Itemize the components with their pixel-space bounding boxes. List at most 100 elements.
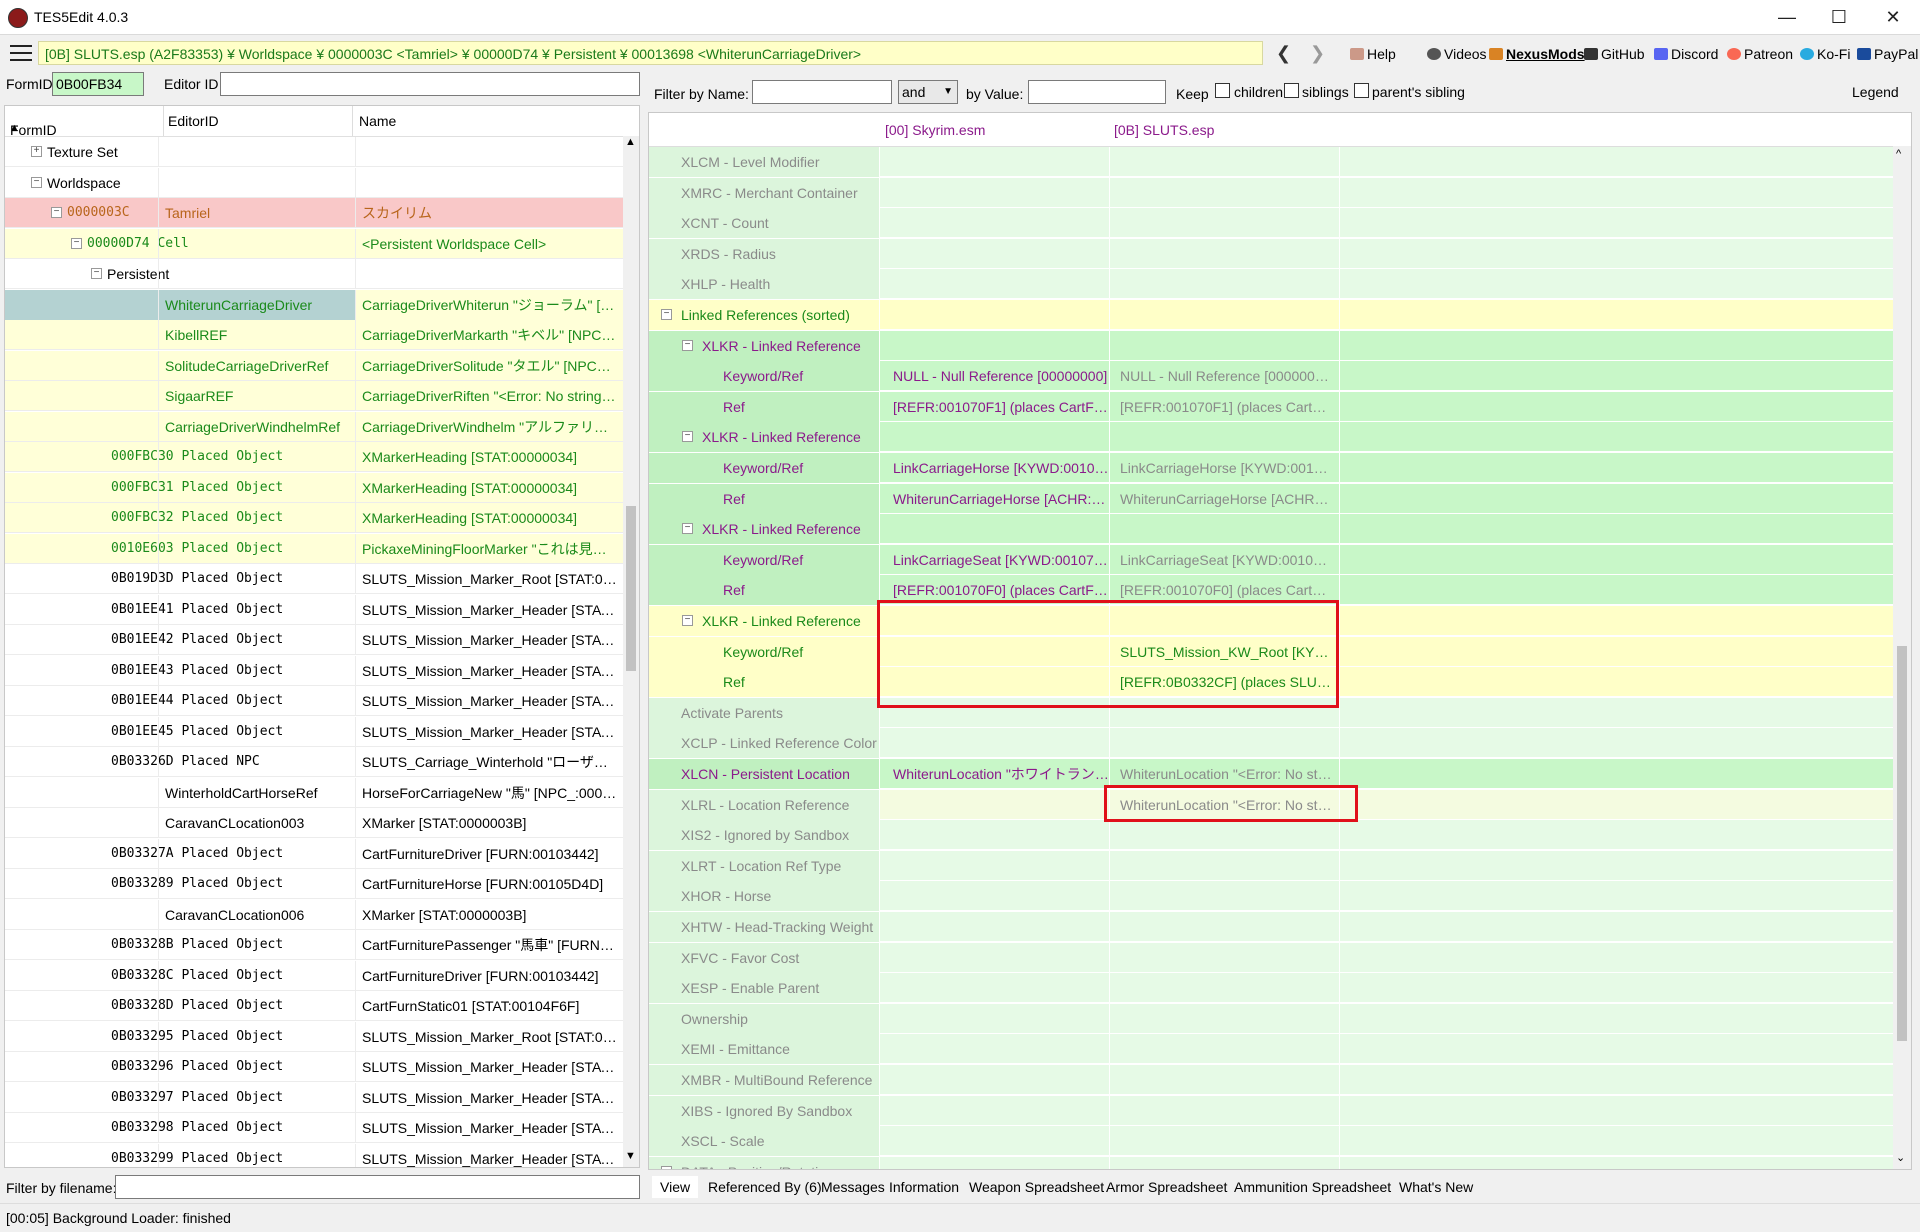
tree-row[interactable]: − Persistent bbox=[5, 259, 623, 289]
collapse-icon[interactable]: − bbox=[71, 237, 82, 249]
scroll-up-icon[interactable]: ^ bbox=[1896, 148, 1901, 160]
tab-what-s-new[interactable]: What's New bbox=[1399, 1176, 1473, 1198]
collapse-icon[interactable]: − bbox=[661, 1165, 672, 1169]
tree-row[interactable]: 0B01EE43 Placed Object SLUTS_Mission_Mark… bbox=[5, 655, 623, 686]
record-row[interactable]: XIS2 - Ignored by Sandbox bbox=[649, 820, 1893, 851]
tree-row[interactable]: 0B03326D Placed NPC SLUTS_Carriage_Winter… bbox=[5, 747, 623, 777]
record-row[interactable]: XMBR - MultiBound Reference bbox=[649, 1065, 1893, 1095]
tab-information[interactable]: Information bbox=[889, 1176, 959, 1198]
tree-row[interactable]: 0B03328D Placed Object CartFurnStatic01 [… bbox=[5, 991, 623, 1021]
tree-row[interactable]: 0B033298 Placed Object SLUTS_Mission_Mark… bbox=[5, 1113, 623, 1143]
record-row[interactable]: − XLKR - Linked Reference bbox=[649, 514, 1893, 545]
tree-row[interactable]: SigaarREF CarriageDriverRiften "<Error: N… bbox=[5, 381, 623, 411]
tree-row[interactable]: 0B033289 Placed Object CartFurnitureHorse… bbox=[5, 869, 623, 899]
record-row[interactable]: XLRT - Location Ref Type bbox=[649, 850, 1893, 881]
record-scrollbar[interactable]: ^ ⌄ bbox=[1893, 146, 1911, 1169]
legend-button[interactable]: Legend bbox=[1852, 84, 1899, 100]
tree-row[interactable]: 000FBC32 Placed Object XMarkerHeading [ST… bbox=[5, 503, 623, 533]
record-row[interactable]: XEMI - Emittance bbox=[649, 1034, 1893, 1065]
record-row[interactable]: − Linked References (sorted) bbox=[649, 300, 1893, 330]
column-header-editorid[interactable]: EditorID bbox=[163, 106, 219, 136]
record-row[interactable]: XLCM - Level Modifier bbox=[649, 147, 1893, 177]
record-row[interactable]: Ref [REFR:001070F1] (places CartFurn... [R… bbox=[649, 391, 1893, 422]
record-row[interactable]: XHOR - Horse bbox=[649, 881, 1893, 912]
github-link[interactable]: GitHub bbox=[1584, 46, 1645, 62]
tree-row[interactable]: SolitudeCarriageDriverRef CarriageDriverS… bbox=[5, 350, 623, 381]
collapse-icon[interactable]: − bbox=[91, 268, 102, 279]
collapse-icon[interactable]: − bbox=[682, 339, 693, 351]
tree-row[interactable]: 000FBC31 Placed Object XMarkerHeading [ST… bbox=[5, 472, 623, 503]
collapse-icon[interactable]: − bbox=[31, 176, 42, 188]
tree-row[interactable]: + Texture Set bbox=[5, 137, 623, 167]
record-row[interactable]: XESP - Enable Parent bbox=[649, 973, 1893, 1004]
record-row[interactable]: XRDS - Radius bbox=[649, 238, 1893, 269]
kofi-link[interactable]: Ko-Fi bbox=[1800, 46, 1850, 62]
tree-row[interactable]: 0010E603 Placed Object PickaxeMiningFloor… bbox=[5, 533, 623, 564]
tab-messages[interactable]: Messages bbox=[821, 1176, 885, 1198]
tree-row[interactable]: 0B03327A Placed Object CartFurnitureDrive… bbox=[5, 838, 623, 869]
tree-row[interactable]: 0B019D3D Placed Object SLUTS_Mission_Mark… bbox=[5, 564, 623, 594]
tree-row[interactable]: CarriageDriverWindhelmRef CarriageDriverW… bbox=[5, 411, 623, 442]
record-row[interactable]: XCLP - Linked Reference Color bbox=[649, 728, 1893, 759]
record-row[interactable]: XSCL - Scale bbox=[649, 1126, 1893, 1157]
tree-row[interactable]: 0B033299 Placed Object SLUTS_Mission_Mark… bbox=[5, 1143, 623, 1167]
formid-field[interactable]: 0B00FB34 bbox=[52, 72, 144, 96]
tree-row[interactable]: 0B033297 Placed Object SLUTS_Mission_Mark… bbox=[5, 1082, 623, 1113]
column-header-skyrim[interactable]: [00] Skyrim.esm bbox=[885, 122, 985, 138]
record-row[interactable]: XMRC - Merchant Container bbox=[649, 177, 1893, 208]
record-row[interactable]: Ref [REFR:0B0332CF] (places SLUTS_... bbox=[649, 667, 1893, 698]
column-header-name[interactable]: Name bbox=[352, 106, 396, 136]
tab-ammunition-spreadsheet[interactable]: Ammunition Spreadsheet bbox=[1234, 1176, 1391, 1198]
videos-link[interactable]: Videos bbox=[1427, 46, 1487, 62]
tab-view[interactable]: View bbox=[652, 1176, 699, 1198]
patreon-link[interactable]: Patreon bbox=[1727, 46, 1793, 62]
tree-row[interactable]: 0B01EE45 Placed Object SLUTS_Mission_Mark… bbox=[5, 716, 623, 747]
tree-row[interactable]: CaravanCLocation006 XMarker [STAT:0000003… bbox=[5, 899, 623, 930]
tab-weapon-spreadsheet[interactable]: Weapon Spreadsheet bbox=[969, 1176, 1104, 1198]
collapse-icon[interactable]: − bbox=[682, 431, 693, 443]
paypal-link[interactable]: PayPal bbox=[1857, 46, 1918, 62]
tree-row[interactable]: 0B01EE41 Placed Object SLUTS_Mission_Mark… bbox=[5, 594, 623, 625]
tree-row[interactable]: − Worldspace bbox=[5, 167, 623, 198]
tree-row[interactable]: 000FBC30 Placed Object XMarkerHeading [ST… bbox=[5, 442, 623, 472]
back-icon[interactable]: ❮ bbox=[1276, 43, 1291, 64]
maximize-button[interactable]: ☐ bbox=[1812, 0, 1866, 34]
menu-icon[interactable] bbox=[10, 45, 32, 61]
record-row[interactable]: Keyword/Ref NULL - Null Reference [000000… bbox=[649, 361, 1893, 392]
help-link[interactable]: Help bbox=[1350, 46, 1396, 62]
tree-row[interactable]: 0B03328B Placed Object CartFurniturePasse… bbox=[5, 930, 623, 960]
scroll-down-icon[interactable]: ▼ bbox=[625, 1150, 636, 1162]
collapse-icon[interactable]: − bbox=[51, 207, 62, 218]
close-button[interactable]: ✕ bbox=[1866, 0, 1920, 34]
collapse-icon[interactable]: − bbox=[661, 309, 672, 320]
filter-filename-input[interactable] bbox=[115, 1175, 640, 1199]
record-row[interactable]: XIBS - Ignored By Sandbox bbox=[649, 1095, 1893, 1126]
record-row[interactable]: XCNT - Count bbox=[649, 208, 1893, 239]
keep-children-checkbox[interactable] bbox=[1215, 83, 1230, 98]
scroll-down-icon[interactable]: ⌄ bbox=[1896, 1151, 1905, 1164]
tab-referenced-by-6[interactable]: Referenced By (6) bbox=[708, 1176, 822, 1198]
record-row[interactable]: Keyword/Ref SLUTS_Mission_KW_Root [KYWD:.… bbox=[649, 636, 1893, 667]
filter-value-input[interactable] bbox=[1028, 80, 1166, 104]
expand-icon[interactable]: + bbox=[31, 146, 42, 157]
collapse-icon[interactable]: − bbox=[682, 615, 693, 626]
discord-link[interactable]: Discord bbox=[1654, 46, 1718, 62]
keep-parents-sibling-checkbox[interactable] bbox=[1354, 83, 1369, 98]
record-row[interactable]: Activate Parents bbox=[649, 697, 1893, 728]
column-header-sluts[interactable]: [0B] SLUTS.esp bbox=[1114, 122, 1214, 138]
record-row[interactable]: − XLKR - Linked Reference bbox=[649, 422, 1893, 453]
collapse-icon[interactable]: − bbox=[682, 523, 693, 535]
tree-row[interactable]: CaravanCLocation003 XMarker [STAT:0000003… bbox=[5, 808, 623, 838]
record-row[interactable]: Keyword/Ref LinkCarriageHorse [KYWD:00107… bbox=[649, 453, 1893, 483]
tab-armor-spreadsheet[interactable]: Armor Spreadsheet bbox=[1106, 1176, 1227, 1198]
record-row[interactable]: XLRL - Location Reference WhiterunLocatio… bbox=[649, 789, 1893, 820]
forward-icon[interactable]: ❯ bbox=[1310, 43, 1325, 64]
record-row[interactable]: Ref [REFR:001070F0] (places CartFurn... [R… bbox=[649, 575, 1893, 606]
record-row[interactable]: XLCN - Persistent Location WhiterunLocati… bbox=[649, 759, 1893, 789]
record-row[interactable]: Ownership bbox=[649, 1003, 1893, 1034]
record-row[interactable]: XHTW - Head-Tracking Weight bbox=[649, 912, 1893, 942]
record-row[interactable]: − XLKR - Linked Reference bbox=[649, 330, 1893, 361]
tree-row[interactable]: WinterholdCartHorseRef HorseForCarriageNe… bbox=[5, 777, 623, 808]
tree-scrollbar[interactable]: ▲ ▼ bbox=[623, 136, 639, 1167]
tree-row[interactable]: 0B03328C Placed Object CartFurnitureDrive… bbox=[5, 960, 623, 991]
